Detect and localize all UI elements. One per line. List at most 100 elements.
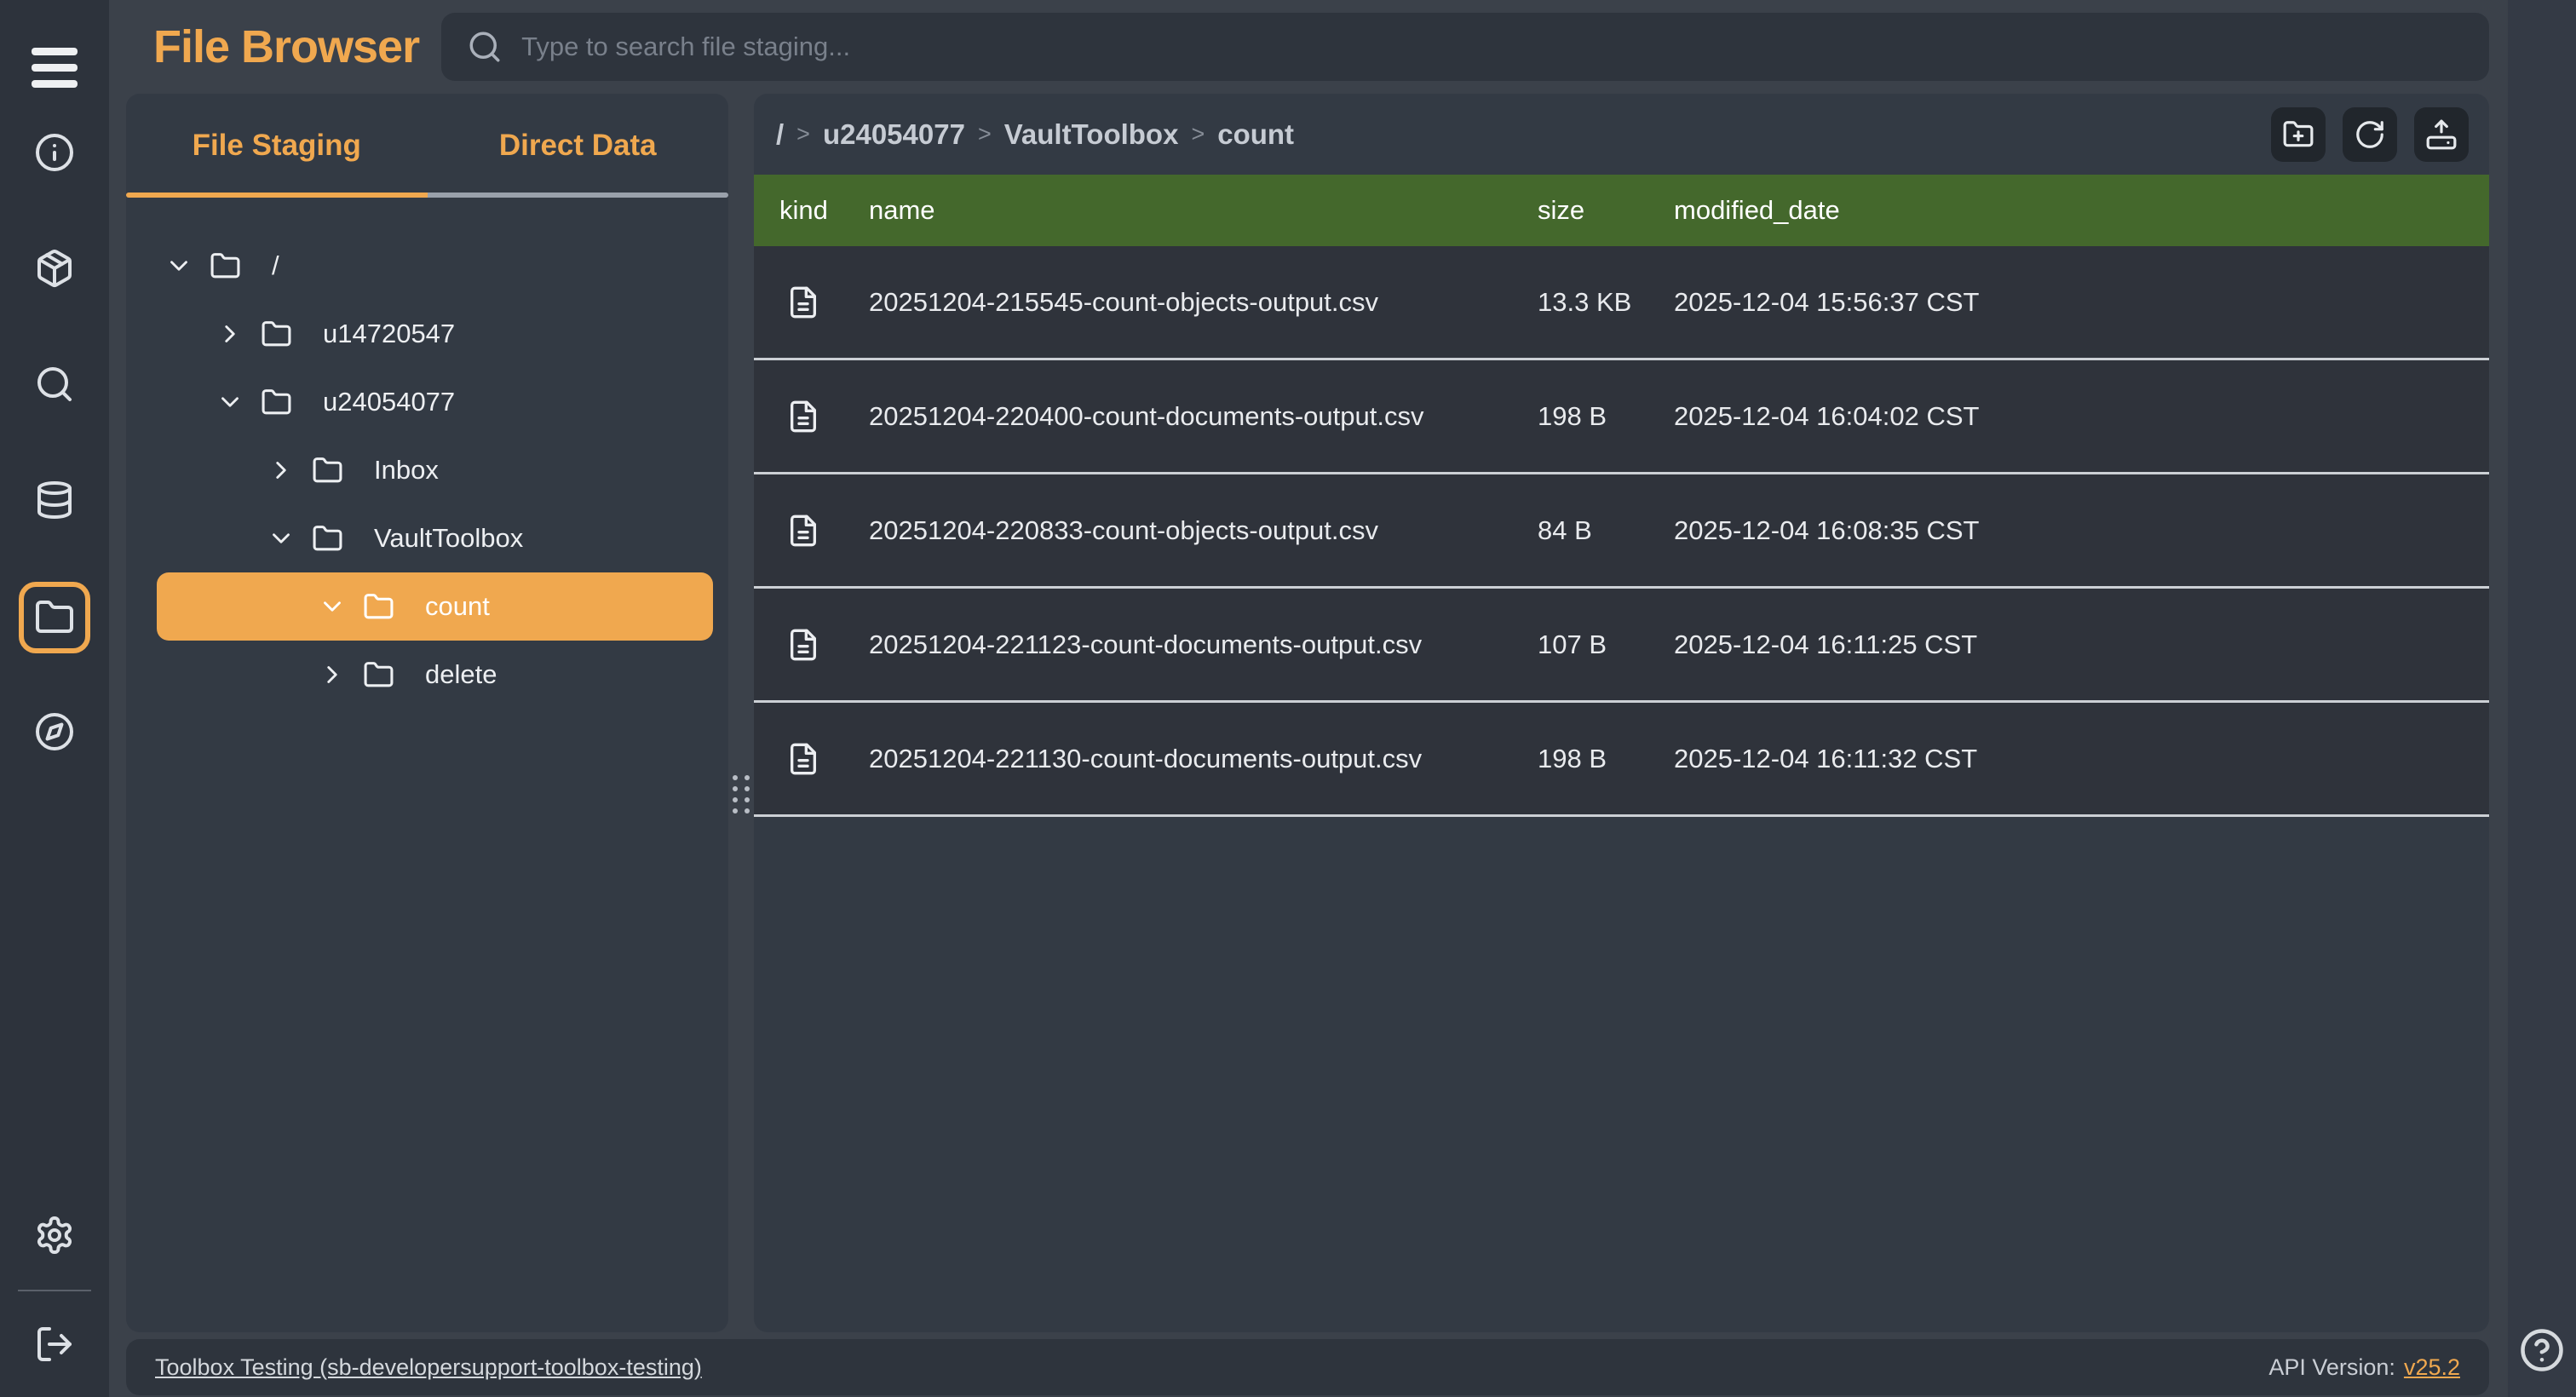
api-version-link[interactable]: v25.2 (2404, 1354, 2460, 1380)
api-version: API Version:v25.2 (2268, 1354, 2460, 1381)
file-size-cell: 84 B (1538, 515, 1674, 546)
file-size-cell: 13.3 KB (1538, 287, 1674, 318)
sidebar-item-search[interactable] (34, 364, 75, 405)
file-icon (786, 285, 820, 319)
breadcrumb-separator: > (978, 121, 992, 147)
table-row[interactable]: 20251204-220833-count-objects-output.csv… (754, 474, 2489, 589)
cube-icon (34, 248, 75, 289)
file-kind-cell (779, 400, 869, 434)
toolbox-testing-link[interactable]: Toolbox Testing (sb-developersupport-too… (155, 1354, 702, 1381)
file-modified-cell: 2025-12-04 15:56:37 CST (1674, 287, 2464, 318)
file-kind-cell (779, 628, 869, 662)
tree-item-label: count (425, 591, 490, 622)
file-name-cell: 20251204-221123-count-documents-output.c… (869, 630, 1538, 660)
table-row[interactable]: 20251204-215545-count-objects-output.csv… (754, 246, 2489, 360)
file-icon (786, 742, 820, 776)
file-icon (786, 628, 820, 662)
file-staging-panel: File StagingDirect Data / u14720547 u24054… (126, 94, 728, 1332)
folder-icon (312, 455, 343, 486)
tree-item-label: Inbox (374, 455, 439, 486)
file-modified-cell: 2025-12-04 16:08:35 CST (1674, 515, 2464, 546)
sidebar-item-database[interactable] (34, 480, 75, 520)
folder-icon (261, 319, 292, 350)
search-icon (467, 29, 503, 65)
chevron-down-icon (267, 524, 296, 553)
file-name-cell: 20251204-220833-count-objects-output.csv (869, 515, 1538, 546)
file-modified-cell: 2025-12-04 16:11:25 CST (1674, 630, 2464, 660)
file-modified-cell: 2025-12-04 16:11:32 CST (1674, 744, 2464, 774)
breadcrumb-segment-vaulttoolbox[interactable]: VaultToolbox (1004, 118, 1179, 151)
file-icon (786, 400, 820, 434)
drag-handle-icon[interactable] (733, 775, 750, 813)
tree-item-label: u24054077 (323, 387, 455, 417)
logout-button[interactable] (34, 1324, 75, 1365)
sidebar-item-file-browser[interactable] (19, 582, 90, 653)
sidebar-item-info[interactable] (34, 132, 75, 173)
tree-item-u24054077[interactable]: u24054077 (157, 368, 713, 436)
new-folder-button[interactable] (2271, 107, 2326, 162)
folder-tree: / u14720547 u24054077 Inbox VaultToolbox coun… (126, 198, 728, 709)
tree-item-root[interactable]: / (157, 232, 713, 300)
table-row[interactable]: 20251204-221123-count-documents-output.c… (754, 589, 2489, 703)
panel-resize-gutter[interactable] (728, 94, 754, 1332)
upload-button[interactable] (2414, 107, 2469, 162)
footer-bar: Toolbox Testing (sb-developersupport-too… (126, 1339, 2489, 1395)
tree-item-label: VaultToolbox (374, 523, 523, 554)
gear-icon (34, 1215, 75, 1256)
folder-plus-icon (2282, 118, 2314, 151)
file-kind-cell (779, 742, 869, 776)
search-icon (34, 364, 75, 405)
tree-item-label: / (272, 250, 279, 281)
help-icon (2519, 1327, 2565, 1373)
upload-icon (2425, 118, 2458, 151)
file-kind-cell (779, 514, 869, 548)
folder-icon (261, 387, 292, 418)
sidebar-item-explore[interactable] (34, 711, 75, 752)
hamburger-menu-button[interactable] (32, 48, 78, 88)
tree-item-label: delete (425, 659, 497, 690)
database-icon (34, 480, 75, 520)
refresh-icon (2354, 118, 2386, 151)
tree-item-inbox[interactable]: Inbox (157, 436, 713, 504)
sidebar-item-objects[interactable] (34, 248, 75, 289)
search-box (441, 13, 2489, 81)
tree-item-count[interactable]: count (157, 572, 713, 641)
file-icon (786, 514, 820, 548)
folder-icon (34, 597, 75, 638)
file-size-cell: 107 B (1538, 630, 1674, 660)
breadcrumb-separator: > (1191, 121, 1205, 147)
sidebar-divider (18, 1290, 91, 1291)
file-size-cell: 198 B (1538, 744, 1674, 774)
tab-file-staging[interactable]: File Staging (126, 94, 428, 198)
column-header-name: name (869, 195, 1538, 226)
chevron-down-icon (318, 592, 347, 621)
info-icon (34, 132, 75, 173)
refresh-button[interactable] (2343, 107, 2397, 162)
hamburger-icon (32, 48, 78, 55)
sidebar-item-settings[interactable] (34, 1215, 75, 1256)
chevron-down-icon (216, 388, 244, 417)
search-input[interactable] (521, 32, 2464, 62)
page-title: File Browser (153, 20, 419, 73)
tree-item-u14720547[interactable]: u14720547 (157, 300, 713, 368)
compass-icon (34, 711, 75, 752)
file-name-cell: 20251204-220400-count-documents-output.c… (869, 401, 1538, 432)
tree-item-delete[interactable]: delete (157, 641, 713, 709)
path-bar: / > u24054077 > VaultToolbox > count (754, 94, 2489, 175)
folder-icon (312, 523, 343, 555)
breadcrumb-segment-root[interactable]: / (776, 118, 784, 151)
breadcrumb-segment-u24054077[interactable]: u24054077 (823, 118, 965, 151)
breadcrumb-separator: > (796, 121, 810, 147)
tree-item-vaulttoolbox[interactable]: VaultToolbox (157, 504, 713, 572)
table-row[interactable]: 20251204-220400-count-documents-output.c… (754, 360, 2489, 474)
column-header-modified-date: modified_date (1674, 195, 2464, 226)
table-row[interactable]: 20251204-221130-count-documents-output.c… (754, 703, 2489, 817)
help-button[interactable] (2519, 1327, 2565, 1373)
tab-direct-data[interactable]: Direct Data (428, 94, 729, 198)
path-actions (2271, 107, 2469, 162)
column-header-kind: kind (779, 195, 869, 226)
chevron-right-icon (267, 456, 296, 485)
chevron-right-icon (318, 660, 347, 689)
top-bar: File Browser (126, 0, 2489, 94)
breadcrumb-segment-count[interactable]: count (1217, 118, 1294, 151)
